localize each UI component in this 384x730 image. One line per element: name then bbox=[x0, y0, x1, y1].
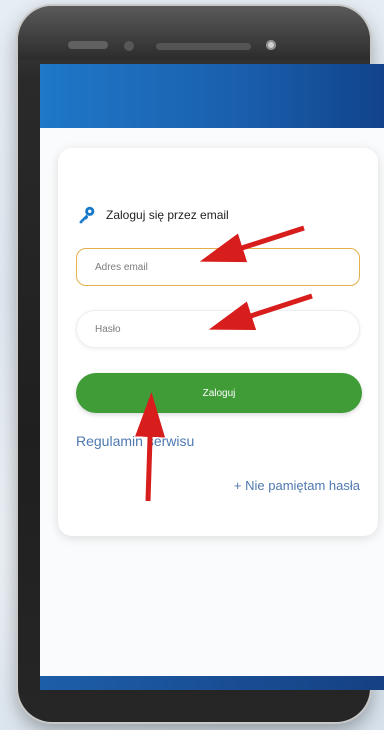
email-placeholder: Adres email bbox=[95, 261, 148, 273]
login-button[interactable]: Zaloguj bbox=[76, 373, 362, 413]
login-card: Zaloguj się przez email Adres email Hasł… bbox=[58, 148, 378, 536]
phone-screen: Zaloguj się przez email Adres email Hasł… bbox=[40, 64, 384, 690]
email-field[interactable]: Adres email bbox=[76, 248, 360, 286]
terms-link[interactable]: Regulamin serwisu bbox=[76, 433, 194, 449]
phone-frame: Zaloguj się przez email Adres email Hasł… bbox=[18, 6, 384, 722]
password-field[interactable]: Hasło bbox=[76, 310, 360, 348]
app-footer bbox=[40, 676, 384, 690]
app-header bbox=[40, 64, 384, 128]
scene: Zaloguj się przez email Adres email Hasł… bbox=[0, 0, 384, 730]
key-icon bbox=[79, 206, 95, 224]
page-title: Zaloguj się przez email bbox=[106, 208, 229, 222]
camera-lens bbox=[266, 40, 276, 50]
forgot-password-link[interactable]: + Nie pamiętam hasła bbox=[234, 478, 360, 493]
earpiece-bar bbox=[156, 43, 251, 50]
password-placeholder: Hasło bbox=[95, 323, 121, 335]
login-button-label: Zaloguj bbox=[202, 387, 236, 399]
speaker-grille bbox=[68, 41, 108, 49]
title-row: Zaloguj się przez email bbox=[76, 204, 229, 226]
phone-top-bezel bbox=[18, 6, 370, 60]
sensor-dot bbox=[124, 41, 134, 51]
